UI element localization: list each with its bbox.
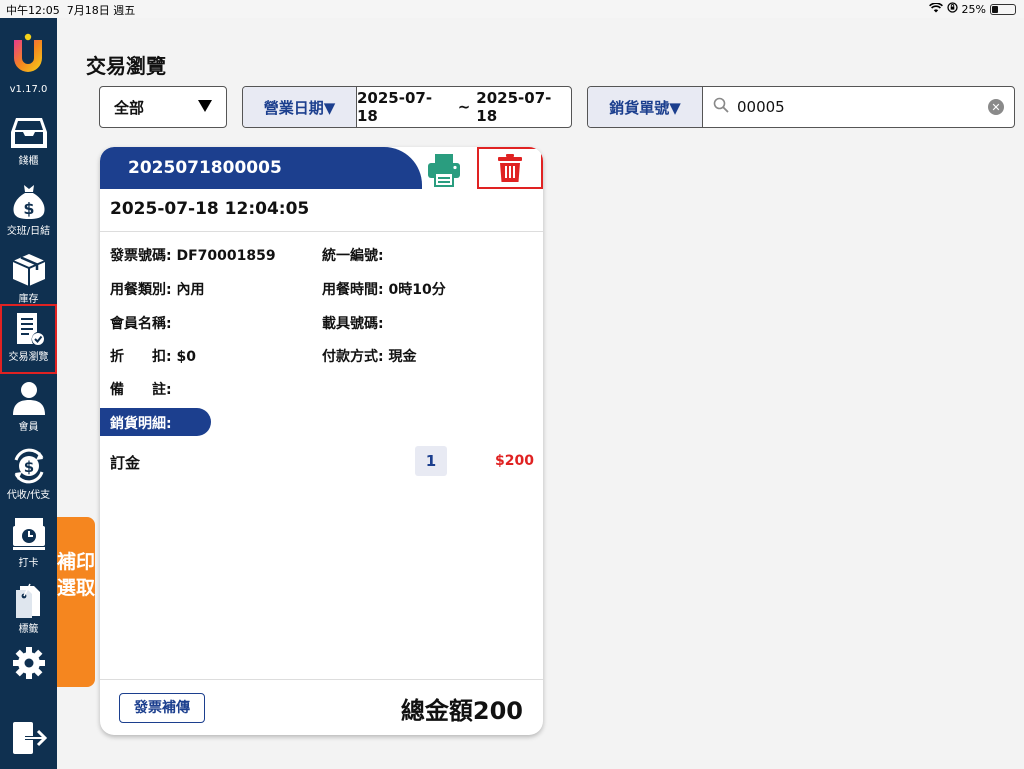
sidebar-item-labels[interactable]: 標籤 xyxy=(0,576,57,644)
invoice-number-row: 發票號碼: DF70001859 xyxy=(110,245,276,265)
sidebar-item-label: 錢櫃 xyxy=(18,156,39,167)
sidebar-item-members[interactable]: 會員 xyxy=(0,374,57,442)
logout-icon xyxy=(12,722,47,754)
field-label: 備 註: xyxy=(110,382,172,398)
sidebar-item-cash-drawer[interactable]: 錢櫃 xyxy=(0,110,57,178)
battery-percent: 25% xyxy=(961,2,986,16)
sidebar-item-label: 會員 xyxy=(18,422,39,433)
field-value: DF70001859 xyxy=(176,248,276,264)
gear-icon xyxy=(12,647,45,679)
total-amount: 總金額200 xyxy=(400,697,523,725)
date-end: 2025-07-18 xyxy=(476,89,552,125)
type-filter-select[interactable]: 全部 xyxy=(99,86,227,128)
sidebar-item-label: 打卡 xyxy=(18,558,39,569)
sidebar-item-transactions[interactable]: 交易瀏覽 xyxy=(0,304,57,374)
line-item-price: $200 xyxy=(495,453,534,469)
sidebar-item-label: 交易瀏覽 xyxy=(8,352,49,363)
clear-search-icon[interactable]: ✕ xyxy=(988,99,1004,115)
page-title: 交易瀏覽 xyxy=(86,54,166,78)
field-label: 載具號碼: xyxy=(322,316,384,332)
triangle-down-icon xyxy=(198,98,212,116)
transaction-card[interactable]: 2025071800005 2025-07-18 12:04:05 發票號碼: … xyxy=(100,147,543,735)
member-name-row: 會員名稱: xyxy=(110,313,172,333)
line-item-name: 訂金 xyxy=(110,454,141,472)
type-filter-value: 全部 xyxy=(114,98,145,117)
field-label: 用餐類別: xyxy=(110,282,172,298)
field-label: 折 扣: xyxy=(110,349,172,365)
card-footer-divider xyxy=(100,679,543,680)
cash-drawer-icon xyxy=(10,118,47,148)
status-bar: 中午12:05 7月18日 週五 25% xyxy=(0,0,1024,18)
reprint-selected-tab[interactable]: 補印選取 xyxy=(57,517,95,687)
field-label: 統一編號: xyxy=(322,248,384,264)
logout-button[interactable] xyxy=(0,714,57,758)
carrier-number-row: 載具號碼: xyxy=(322,313,384,333)
search-input[interactable] xyxy=(737,98,980,116)
field-label: 發票號碼: xyxy=(110,248,172,264)
sidebar-item-label: 代收/代支 xyxy=(6,490,51,501)
sidebar-item-label: 庫存 xyxy=(18,294,39,305)
print-button[interactable] xyxy=(426,153,464,187)
field-value: $0 xyxy=(176,349,196,365)
order-number: 2025071800005 xyxy=(100,147,422,189)
date-separator: ~ xyxy=(457,98,471,116)
sidebar-item-punch-clock[interactable]: 打卡 xyxy=(0,510,57,578)
invoice-reupload-button[interactable]: 發票補傳 xyxy=(119,693,205,723)
field-value: 內用 xyxy=(176,282,205,298)
box-icon xyxy=(12,254,45,286)
status-time: 中午12:05 xyxy=(6,4,60,17)
svg-text:$: $ xyxy=(23,199,34,218)
card-divider xyxy=(100,231,543,232)
printer-icon xyxy=(428,154,460,187)
field-label: 付款方式: xyxy=(322,349,384,365)
app-logo-icon xyxy=(10,32,46,72)
payment-method-row: 付款方式: 現金 xyxy=(322,346,416,366)
app-version: v1.17.0 xyxy=(9,84,48,95)
receipt-check-icon xyxy=(16,313,44,345)
line-item-qty: 1 xyxy=(415,446,447,476)
trash-icon xyxy=(498,154,522,182)
delete-button[interactable] xyxy=(477,147,543,189)
dining-type-row: 用餐類別: 內用 xyxy=(110,279,204,299)
field-value: 現金 xyxy=(388,349,417,365)
sidebar: v1.17.0 錢櫃 $ 交班/日結 庫存 交易瀏覽 會員 $ 代收/代支 打卡… xyxy=(0,18,57,769)
search-field: ✕ xyxy=(703,87,1014,127)
dollar-cycle-icon: $ xyxy=(14,448,43,484)
battery-icon xyxy=(990,3,1016,15)
discount-row: 折 扣: $0 xyxy=(110,346,196,366)
date-start: 2025-07-18 xyxy=(357,89,433,125)
date-range-field[interactable]: 2025-07-18 ~ 2025-07-18 xyxy=(357,87,571,127)
tax-id-row: 統一編號: xyxy=(322,245,384,265)
tag-icon xyxy=(15,583,40,618)
sidebar-item-label: 交班/日結 xyxy=(6,226,51,237)
search-filter: 銷貨單號▼ ✕ xyxy=(587,86,1015,128)
search-type-dropdown[interactable]: 銷貨單號▼ xyxy=(588,87,703,127)
field-value: 0時10分 xyxy=(388,282,446,298)
money-bag-icon: $ xyxy=(12,185,45,219)
sidebar-item-collect-pay[interactable]: $ 代收/代支 xyxy=(0,442,57,510)
orientation-lock-icon xyxy=(946,2,958,16)
status-right: 25% xyxy=(928,1,1016,16)
date-type-dropdown[interactable]: 營業日期▼ xyxy=(243,87,357,127)
svg-text:$: $ xyxy=(23,458,33,476)
time-clock-icon xyxy=(12,518,45,550)
dining-time-row: 用餐時間: 0時10分 xyxy=(322,279,446,299)
field-label: 會員名稱: xyxy=(110,316,172,332)
transaction-datetime: 2025-07-18 12:04:05 xyxy=(110,199,310,219)
note-row: 備 註: xyxy=(110,379,172,399)
date-filter: 營業日期▼ 2025-07-18 ~ 2025-07-18 xyxy=(242,86,572,128)
sidebar-item-settings[interactable] xyxy=(0,640,57,684)
search-icon xyxy=(713,97,729,117)
sidebar-item-shift-close[interactable]: $ 交班/日結 xyxy=(0,178,57,246)
wifi-icon xyxy=(928,1,943,16)
member-icon xyxy=(12,382,45,415)
field-label: 用餐時間: xyxy=(322,282,384,298)
status-date: 7月18日 週五 xyxy=(66,4,136,17)
status-time-date: 中午12:05 7月18日 週五 xyxy=(6,2,135,18)
sidebar-item-label: 標籤 xyxy=(18,624,39,635)
sales-detail-heading: 銷貨明細: xyxy=(100,408,211,436)
